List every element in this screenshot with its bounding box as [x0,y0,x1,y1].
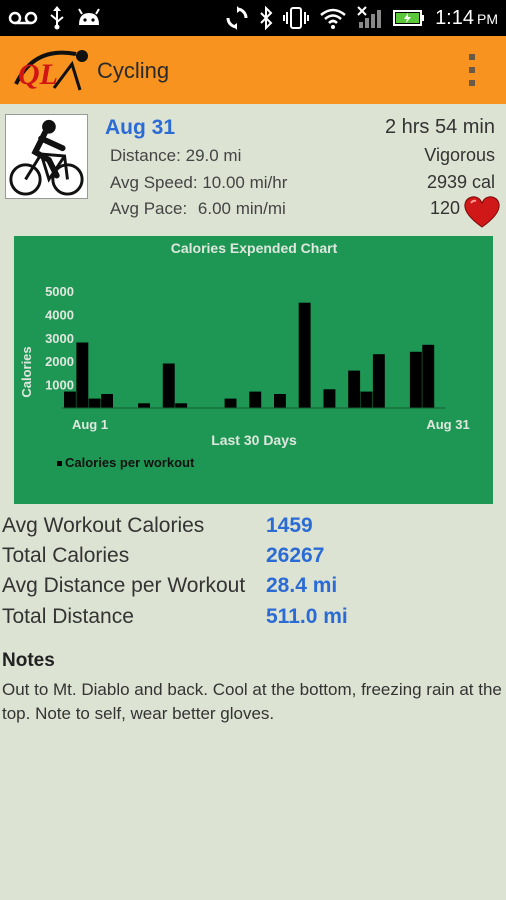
workout-date: Aug 31 [105,116,176,139]
chart-bar [360,391,373,408]
action-bar: QL Cycling [0,36,506,104]
calories-value: 2939 cal [426,172,495,192]
chart-bar [249,391,262,408]
total-distance-value: 511.0 mi [266,605,348,628]
x-axis-label: Last 30 Days [211,432,297,448]
svg-text:QL: QL [18,58,58,91]
avg-distance-label: Avg Distance per Workout [2,574,246,597]
total-calories-label: Total Calories [2,544,130,567]
x-start-label: Aug 1 [72,417,108,432]
usb-icon [50,6,64,30]
chart-bar [422,344,435,408]
chart-bar [409,351,422,408]
vibrate-icon [283,7,310,29]
status-bar: 1:14 PM [0,0,506,36]
total-distance-row: Total Distance 511.0 mi [0,605,506,635]
notes-text: Out to Mt. Diablo and back. Cool at the … [2,680,502,723]
avg-distance-value: 28.4 mi [266,574,338,597]
total-distance-label: Total Distance [2,605,134,628]
y-tick-label: 4000 [45,307,74,322]
chart-bar [323,389,336,408]
cyclist-icon [5,114,88,199]
y-tick-label: 2000 [45,354,74,369]
intensity: Vigorous [424,145,495,165]
heart-icon [464,196,500,228]
app-logo[interactable]: QL [14,44,92,96]
signal-icon [357,6,382,28]
avg-workout-calories-value: 1459 [266,514,313,537]
chart-bar [76,342,89,408]
x-end-label: Aug 31 [426,417,469,432]
chart-bar [348,370,361,408]
avg-workout-calories-row: Avg Workout Calories 1459 [0,514,506,544]
clock: 1:14 PM [435,6,498,29]
pace-label: Avg Pace: [110,199,188,218]
duration: 2 hrs 54 min [384,116,495,138]
bluetooth-icon [260,6,273,30]
overflow-menu-icon[interactable] [468,54,476,86]
notes-title: Notes [2,650,55,671]
chart-bar [372,354,385,408]
chart-bar [64,391,76,408]
chart-bar [224,398,237,408]
avg-workout-calories-label: Avg Workout Calories [2,514,205,537]
total-calories-row: Total Calories 26267 [0,544,506,574]
y-axis-label: Calories [19,346,34,397]
speed-label: Avg Speed: [110,173,198,192]
y-tick-label: 3000 [45,331,74,346]
chart-bar [162,363,175,408]
total-calories-value: 26267 [266,544,325,567]
speed-value: 10.00 mi/hr [202,173,288,192]
chart-bar [175,403,188,408]
pace-value: 6.00 min/mi [197,199,286,218]
distance-value: 29.0 mi [185,146,242,165]
y-tick-label: 5000 [45,284,74,299]
heart-rate: 120 [429,198,460,218]
legend-label: Calories per workout [65,455,195,470]
chart-bar [274,394,286,408]
distance-row: Distance: 29.0 mi [110,146,241,166]
y-tick-label: 1000 [45,378,74,393]
speed-row: Avg Speed: 10.00 mi/hr [110,173,287,193]
android-icon [78,8,100,25]
distance-label: Distance: [110,146,181,165]
workout-summary: Aug 31 Distance: 29.0 mi Avg Speed: 10.0… [0,104,506,234]
chart-bar [88,398,101,408]
chart-bar [298,302,311,408]
page-title: Cycling [97,58,170,83]
wifi-icon [320,8,346,29]
avg-distance-row: Avg Distance per Workout 28.4 mi [0,574,506,604]
calories-chart: Calories Expended Chart Calories 1000 200… [14,236,493,504]
battery-icon [393,10,425,26]
chart-title: Calories Expended Chart [171,240,338,256]
pace-row: Avg Pace: 6.00 min/mi [110,199,286,219]
voicemail-icon [8,11,38,25]
legend-swatch [57,461,62,466]
calories-chart-svg: Calories Expended Chart Calories 1000 200… [19,240,470,470]
chart-bar [138,403,150,408]
chart-bar [101,394,113,408]
sync-icon [226,6,248,30]
